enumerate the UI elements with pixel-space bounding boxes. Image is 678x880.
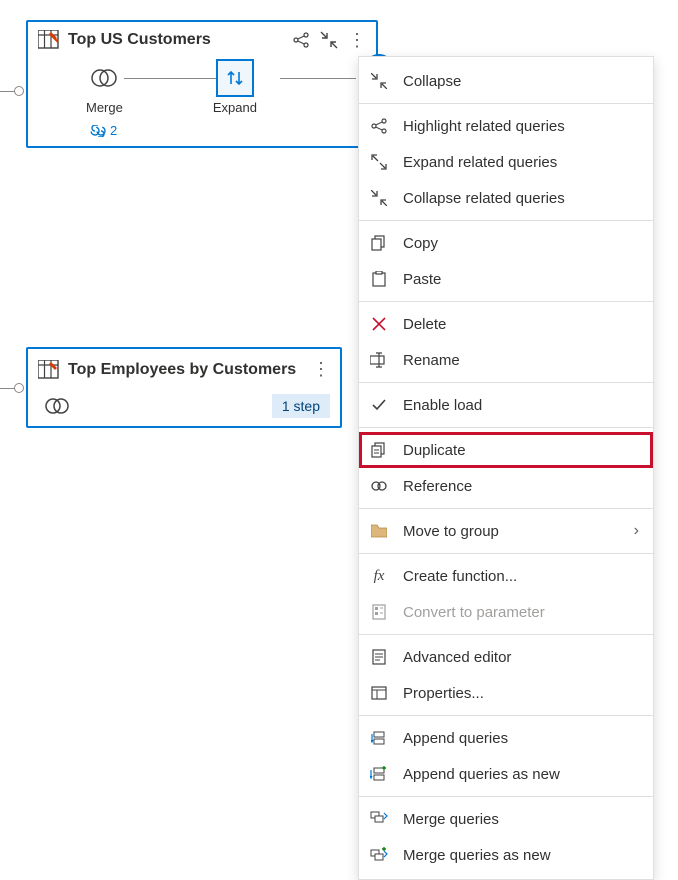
expand-icon	[217, 60, 253, 96]
share-icon[interactable]	[292, 31, 310, 49]
collapse-icon	[369, 73, 389, 89]
step-count-badge[interactable]: 1 step	[272, 394, 330, 418]
menu-duplicate[interactable]: Duplicate	[359, 432, 653, 468]
menu-separator	[359, 301, 653, 302]
menu-advanced-editor[interactable]: Advanced editor	[359, 639, 653, 675]
menu-separator	[359, 796, 653, 797]
menu-append-queries[interactable]: Append queries	[359, 720, 653, 756]
copy-icon	[369, 235, 389, 251]
context-menu: Collapse Highlight related queries Expan…	[358, 56, 654, 880]
duplicate-icon	[369, 442, 389, 458]
menu-merge-as-new[interactable]: Merge queries as new	[359, 837, 653, 873]
menu-properties[interactable]: Properties...	[359, 675, 653, 711]
card-body: 1 step	[28, 388, 340, 426]
menu-merge-queries[interactable]: Merge queries	[359, 801, 653, 837]
menu-collapse[interactable]: Collapse	[359, 63, 653, 99]
menu-collapse-related[interactable]: Collapse related queries	[359, 180, 653, 216]
card-steps: Merge Expand	[28, 56, 376, 123]
card-title: Top US Customers	[68, 31, 284, 49]
card-header-actions: ⋮	[292, 31, 366, 49]
link-count: 2	[110, 123, 117, 138]
function-icon: fx	[369, 568, 389, 585]
rename-icon	[369, 352, 389, 368]
table-icon	[38, 360, 60, 380]
reference-icon	[369, 479, 389, 493]
check-icon	[369, 397, 389, 413]
step-connector-out	[280, 78, 356, 79]
properties-icon	[369, 686, 389, 700]
menu-rename[interactable]: Rename	[359, 342, 653, 378]
menu-separator	[359, 715, 653, 716]
menu-separator	[359, 382, 653, 383]
menu-expand-related[interactable]: Expand related queries	[359, 144, 653, 180]
step-expand[interactable]: Expand	[213, 60, 257, 115]
append-icon	[369, 730, 389, 746]
card-header: Top US Customers ⋮	[28, 22, 376, 56]
query-card-top-employees[interactable]: Top Employees by Customers ⋮ 1 step	[26, 347, 342, 428]
merge-new-icon	[369, 847, 389, 863]
chevron-right-icon: ›	[634, 522, 639, 540]
menu-delete[interactable]: Delete	[359, 306, 653, 342]
menu-separator	[359, 553, 653, 554]
menu-create-function[interactable]: fx Create function...	[359, 558, 653, 594]
parameter-icon	[369, 604, 389, 620]
paste-icon	[369, 271, 389, 287]
node-port-1[interactable]	[14, 86, 24, 96]
merge-queries-icon	[369, 811, 389, 827]
editor-icon	[369, 649, 389, 665]
card-title: Top Employees by Customers	[68, 361, 304, 379]
merge-icon	[86, 60, 122, 96]
step-label: Merge	[86, 100, 123, 115]
linked-queries-badge[interactable]: 2	[90, 123, 117, 138]
expand-icon	[369, 154, 389, 170]
query-card-top-us-customers[interactable]: Top US Customers ⋮ Merge Expand	[26, 20, 378, 148]
more-icon[interactable]: ⋮	[312, 359, 330, 380]
menu-append-as-new[interactable]: Append queries as new	[359, 756, 653, 792]
menu-separator	[359, 508, 653, 509]
table-icon	[38, 30, 60, 50]
folder-icon	[369, 524, 389, 538]
step-label: Expand	[213, 100, 257, 115]
menu-separator	[359, 634, 653, 635]
menu-paste[interactable]: Paste	[359, 261, 653, 297]
menu-separator	[359, 427, 653, 428]
menu-highlight-related[interactable]: Highlight related queries	[359, 108, 653, 144]
more-icon[interactable]: ⋮	[348, 31, 366, 49]
menu-convert-to-parameter: Convert to parameter	[359, 594, 653, 630]
delete-icon	[369, 316, 389, 332]
menu-enable-load[interactable]: Enable load	[359, 387, 653, 423]
menu-separator	[359, 220, 653, 221]
collapse-icon	[369, 190, 389, 206]
menu-separator	[359, 103, 653, 104]
card-header: Top Employees by Customers ⋮	[28, 349, 340, 388]
collapse-icon[interactable]	[320, 31, 338, 49]
menu-copy[interactable]: Copy	[359, 225, 653, 261]
step-merge[interactable]: Merge	[86, 60, 123, 115]
node-port-2[interactable]	[14, 383, 24, 393]
step-connector	[124, 78, 224, 79]
append-new-icon	[369, 766, 389, 782]
merge-icon	[44, 396, 70, 416]
share-icon	[369, 118, 389, 134]
menu-move-to-group[interactable]: Move to group ›	[359, 513, 653, 549]
menu-reference[interactable]: Reference	[359, 468, 653, 504]
